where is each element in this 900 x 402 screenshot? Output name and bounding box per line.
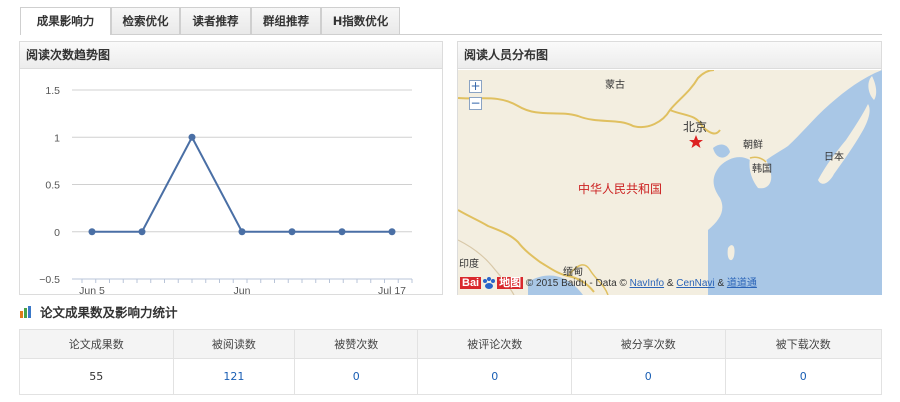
map-label-india: 印度 (459, 259, 479, 270)
y-tick-label: 0 (54, 227, 60, 239)
data-point[interactable] (188, 133, 196, 141)
zoom-in-button[interactable]: + (469, 80, 482, 93)
cennavi-link[interactable]: CenNavi (676, 278, 714, 289)
reader-distribution-panel: 阅读人员分布图 + − 蒙古 北京 朝鲜 韩国 日本 中华人民共和国 印度 缅甸… (457, 41, 882, 295)
value-papers: 55 (19, 358, 174, 395)
daodaotong-link[interactable]: 道道通 (727, 278, 757, 289)
reading-trend-chart: 1.510.50−0.5Jun 5Jun26Jul 17 (39, 85, 413, 294)
data-point[interactable] (288, 228, 296, 236)
stats-value-row: 55 121 0 0 0 0 (19, 358, 882, 395)
map-label-china: 中华人民共和国 (578, 182, 663, 196)
data-point[interactable] (238, 228, 246, 236)
reading-trend-panel: 阅读次数趋势图 1.510.50−0.5Jun 5Jun26Jul 17 (19, 41, 443, 295)
header-likes: 被赞次数 (294, 329, 419, 359)
value-downloads[interactable]: 0 (724, 358, 882, 395)
x-tick-label: Jul 17 (378, 285, 406, 294)
baidu-map-logo[interactable]: Bai 地图 (460, 275, 524, 291)
x-tick-label: Jun (234, 285, 251, 294)
baidu-paw-icon (482, 276, 496, 290)
data-point[interactable] (88, 228, 96, 236)
x-tick-label: Jun 5 (79, 285, 105, 294)
tab-group-recommend[interactable]: 群组推荐 (251, 7, 321, 34)
data-point[interactable] (338, 228, 346, 236)
y-tick-label: 1 (54, 132, 60, 144)
tab-h-index[interactable]: H指数优化 (321, 7, 400, 34)
tab-search-optimization[interactable]: 检索优化 (111, 7, 180, 34)
tab-impact[interactable]: 成果影响力 (20, 7, 111, 35)
tab-reader-recommend[interactable]: 读者推荐 (180, 7, 251, 34)
value-shares[interactable]: 0 (570, 358, 726, 395)
stats-title-text: 论文成果数及影响力统计 (40, 305, 178, 320)
map-label-south-korea: 韩国 (752, 164, 772, 175)
header-papers: 论文成果数 (19, 329, 174, 359)
y-tick-label: 1.5 (45, 85, 60, 97)
reading-trend-title: 阅读次数趋势图 (20, 42, 442, 69)
y-tick-label: −0.5 (39, 274, 60, 286)
bar-chart-icon (20, 305, 34, 323)
value-comments[interactable]: 0 (417, 358, 572, 395)
value-likes[interactable]: 0 (294, 358, 419, 395)
zoom-out-button[interactable]: − (469, 97, 482, 110)
tab-bar: 成果影响力 检索优化 读者推荐 群组推荐 H指数优化 (20, 6, 882, 35)
map-label-north-korea: 朝鲜 (743, 140, 763, 151)
data-point[interactable] (138, 228, 146, 236)
stats-header-row: 论文成果数 被阅读数 被赞次数 被评论次数 被分享次数 被下载次数 (19, 329, 882, 359)
stats-table: 论文成果数 被阅读数 被赞次数 被评论次数 被分享次数 被下载次数 55 121… (19, 329, 882, 395)
map-label-beijing: 北京 (683, 120, 708, 134)
map-graphic (458, 70, 882, 295)
stats-section-title: 论文成果数及影响力统计 (20, 304, 178, 322)
map-copyright: Bai 地图 © 2015 Baidu - Data © NavInfo & Ce… (460, 275, 757, 291)
y-tick-label: 0.5 (45, 180, 60, 192)
distribution-map[interactable]: + − 蒙古 北京 朝鲜 韩国 日本 中华人民共和国 印度 缅甸 Bai 地图 ©… (458, 70, 882, 295)
header-shares: 被分享次数 (570, 329, 726, 359)
map-label-mongolia: 蒙古 (605, 80, 625, 91)
reader-distribution-title: 阅读人员分布图 (458, 42, 881, 69)
header-downloads: 被下载次数 (724, 329, 882, 359)
map-label-japan: 日本 (824, 152, 844, 163)
header-comments: 被评论次数 (417, 329, 572, 359)
value-reads[interactable]: 121 (172, 358, 296, 395)
header-reads: 被阅读数 (172, 329, 296, 359)
navinfo-link[interactable]: NavInfo (630, 278, 664, 289)
data-point[interactable] (388, 228, 396, 236)
